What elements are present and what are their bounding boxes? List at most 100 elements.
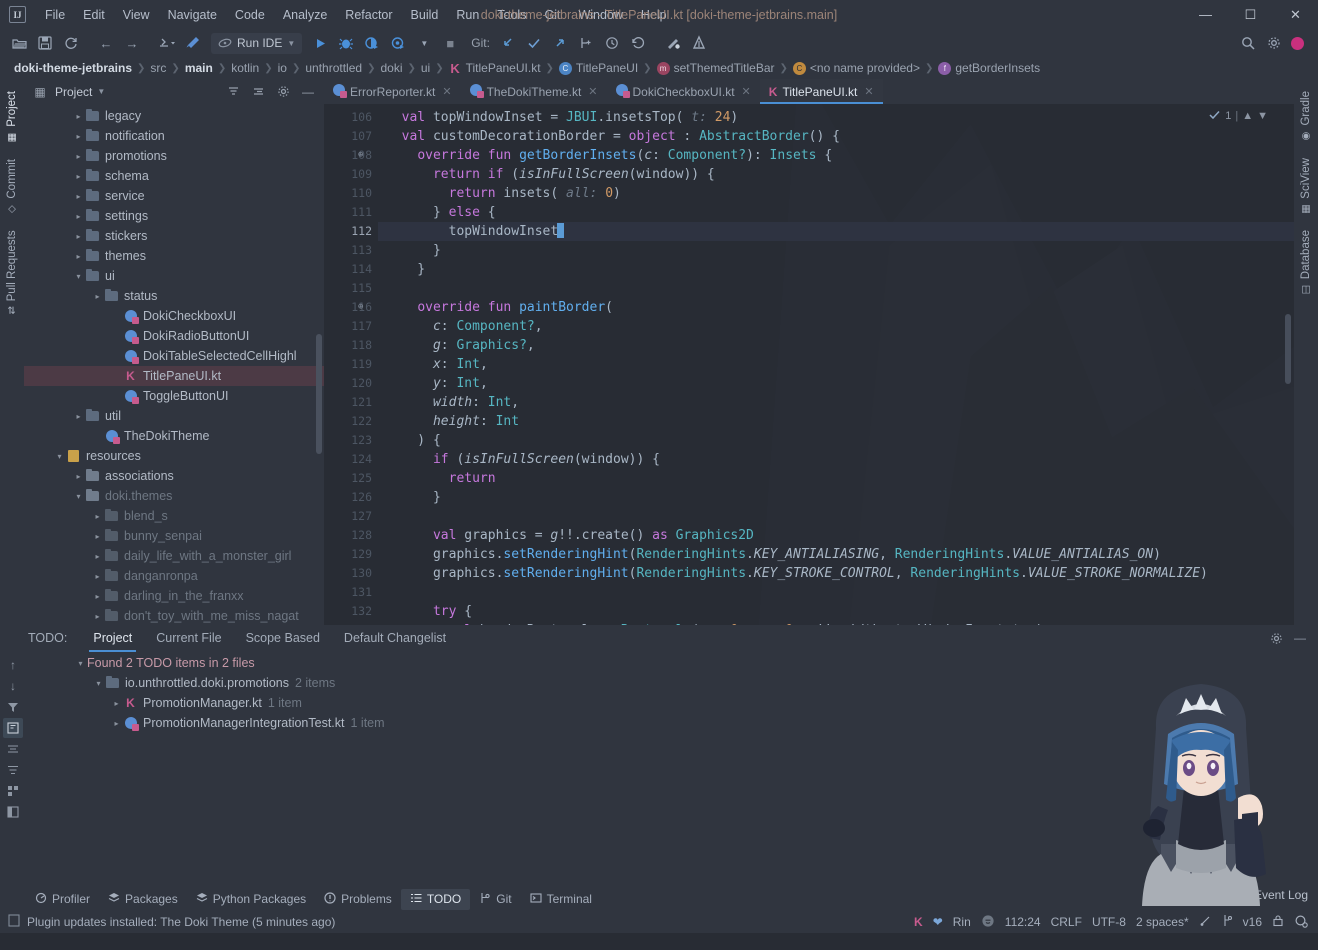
git-push-icon[interactable] — [548, 32, 572, 54]
tree-node[interactable]: ▸ blend_s — [24, 506, 324, 526]
tree-node[interactable]: ▸ don't_toy_with_me_miss_nagat — [24, 606, 324, 625]
bottom-tab-python-packages[interactable]: Python Packages — [187, 889, 315, 910]
chevron-right-icon[interactable]: ▸ — [91, 512, 104, 521]
code-line[interactable]: val customDecorationBorder = object : Ab… — [378, 127, 1294, 146]
code-line[interactable]: width: Int, — [378, 393, 1294, 412]
code-line[interactable]: return — [378, 469, 1294, 488]
git-commit-icon[interactable] — [522, 32, 546, 54]
menu-item-refactor[interactable]: Refactor — [336, 4, 401, 26]
git-update-project-icon[interactable] — [496, 32, 520, 54]
doki-logo-icon[interactable] — [687, 32, 711, 54]
tab-scope-based[interactable]: Scope Based — [234, 627, 332, 649]
expand-all-icon[interactable] — [3, 739, 23, 759]
tree-node[interactable]: ▸ util — [24, 406, 324, 426]
inspection-widget[interactable]: 1 | ▲ ▼ — [1208, 108, 1268, 124]
tree-node[interactable]: ▸ promotions — [24, 146, 324, 166]
chevron-right-icon[interactable]: ▸ — [91, 292, 104, 301]
tab-project[interactable]: Project — [81, 627, 144, 652]
bottom-tab-problems[interactable]: Problems — [315, 889, 401, 910]
editor-tab[interactable]: TheDokiTheme.kt ✕ — [461, 79, 607, 104]
code-line[interactable]: height: Int — [378, 412, 1294, 431]
menu-item-edit[interactable]: Edit — [74, 4, 114, 26]
chevron-right-icon[interactable]: ▸ — [91, 532, 104, 541]
breadcrumb-item-io[interactable]: io — [273, 61, 292, 75]
editor-gutter[interactable]: 106 107 108 ⊕ 109 110 111 112 113 114 115 116 ⊕ 117 11… — [324, 104, 378, 625]
chevron-down-icon[interactable]: ▾ — [72, 272, 85, 281]
search-everywhere-icon[interactable] — [1236, 32, 1260, 54]
collapse-all-icon[interactable] — [3, 760, 23, 780]
file-encoding[interactable]: UTF-8 — [1092, 915, 1126, 929]
code-line[interactable]: return insets( all: 0) — [378, 184, 1294, 203]
code-line[interactable]: try { — [378, 602, 1294, 621]
bottom-tab-terminal[interactable]: Terminal — [521, 889, 601, 910]
tab-current-file[interactable]: Current File — [144, 627, 233, 649]
breadcrumb-item-ui[interactable]: ui — [416, 61, 435, 75]
git-branch-icon[interactable] — [1222, 914, 1233, 930]
todo-item[interactable]: ▸ PromotionManagerIntegrationTest.kt 1 ite… — [26, 713, 1318, 733]
menu-item-tools[interactable]: Tools — [488, 4, 535, 26]
close-button[interactable]: ✕ — [1273, 0, 1318, 29]
inspections-icon[interactable] — [1199, 914, 1212, 930]
theme-name[interactable]: Rin — [953, 915, 971, 929]
tab-default-changelist[interactable]: Default Changelist — [332, 627, 458, 649]
maximize-button[interactable]: ☐ — [1228, 0, 1273, 29]
code-line[interactable] — [378, 583, 1294, 602]
chevron-right-icon[interactable]: ▸ — [110, 699, 123, 708]
menu-item-run[interactable]: Run — [447, 4, 488, 26]
code-line[interactable]: override fun paintBorder( — [378, 298, 1294, 317]
tree-node[interactable]: K TitlePaneUI.kt — [24, 366, 324, 386]
chevron-right-icon[interactable]: ▸ — [91, 592, 104, 601]
code-editor[interactable]: 106 107 108 ⊕ 109 110 111 112 113 114 115 116 ⊕ 117 11… — [324, 104, 1294, 625]
code-line[interactable]: return if (isInFullScreen(window)) { — [378, 165, 1294, 184]
chevron-right-icon[interactable]: ▸ — [91, 552, 104, 561]
avatar[interactable] — [1291, 36, 1304, 50]
code-line[interactable]: val graphics = g!!.create() as Graphics2… — [378, 526, 1294, 545]
settings-gear-icon[interactable] — [1262, 32, 1286, 54]
breadcrumb-item-src[interactable]: src — [145, 61, 171, 75]
breadcrumb-item-method[interactable]: m setThemedTitleBar — [652, 61, 780, 75]
read-only-icon[interactable] — [1272, 914, 1284, 930]
code-line[interactable]: ) { — [378, 431, 1294, 450]
breadcrumb-item-class[interactable]: C TitlePaneUI — [554, 61, 643, 75]
debug-button[interactable] — [334, 32, 358, 54]
tree-node[interactable]: ▸ themes — [24, 246, 324, 266]
tree-node[interactable]: ▾ resources — [24, 446, 324, 466]
git-history-icon[interactable] — [600, 32, 624, 54]
code-line[interactable]: } — [378, 241, 1294, 260]
chevron-right-icon[interactable]: ▸ — [72, 232, 85, 241]
bottom-tab-todo[interactable]: TODO — [400, 888, 471, 910]
tree-node[interactable]: ▸ notification — [24, 126, 324, 146]
project-tree[interactable]: ▸ legacy ▸ notification ▸ promotions ▸ schema ▸ s… — [24, 104, 324, 625]
chevron-right-icon[interactable]: ▸ — [72, 412, 85, 421]
chevron-down-icon[interactable]: ▼ — [97, 87, 105, 96]
previous-occurrence-icon[interactable]: ↑ — [3, 655, 23, 675]
editor-tab[interactable]: ErrorReporter.kt ✕ — [324, 79, 461, 104]
group-by-icon[interactable] — [3, 781, 23, 801]
sidebar-item-sciview[interactable]: ▦ SciView — [1296, 150, 1316, 223]
breadcrumb-item-unthrottled[interactable]: unthrottled — [300, 61, 367, 75]
tree-node[interactable]: ▸ schema — [24, 166, 324, 186]
git-branch-name[interactable]: v16 — [1243, 915, 1262, 929]
override-method-gutter-icon[interactable]: ⊕ — [358, 146, 363, 165]
tree-node[interactable]: DokiRadioButtonUI — [24, 326, 324, 346]
chevron-right-icon[interactable]: ▸ — [72, 472, 85, 481]
code-line[interactable]: topWindowInset — [378, 222, 1294, 241]
save-icon[interactable] — [33, 32, 57, 54]
menu-item-code[interactable]: Code — [226, 4, 274, 26]
expand-all-icon[interactable] — [248, 82, 268, 101]
code-line[interactable]: } — [378, 488, 1294, 507]
editor-tab[interactable]: DokiCheckboxUI.kt ✕ — [607, 79, 760, 104]
chevron-right-icon[interactable]: ▸ — [91, 572, 104, 581]
autoscroll-to-source-icon[interactable] — [3, 718, 23, 738]
code-line[interactable]: graphics.setRenderingHint(RenderingHints… — [378, 564, 1294, 583]
kotlin-icon[interactable]: K — [914, 915, 923, 929]
tree-node[interactable]: DokiCheckboxUI — [24, 306, 324, 326]
minimize-button[interactable]: — — [1183, 0, 1228, 29]
sidebar-item-gradle[interactable]: ◉ Gradle — [1296, 83, 1316, 150]
sidebar-item-project[interactable]: ▦ Project — [2, 83, 22, 151]
next-occurrence-icon[interactable]: ↓ — [3, 676, 23, 696]
chevron-right-icon[interactable]: ▸ — [72, 252, 85, 261]
refresh-icon[interactable] — [59, 32, 83, 54]
close-tab-icon[interactable]: ✕ — [864, 85, 873, 98]
chevron-right-icon[interactable]: ▸ — [72, 152, 85, 161]
